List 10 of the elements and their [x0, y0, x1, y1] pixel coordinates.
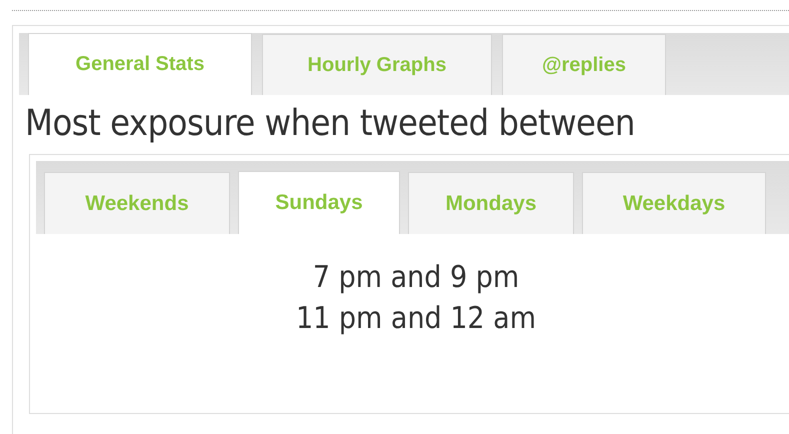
time-range: 7 pm and 9 pm: [312, 260, 520, 295]
tab[interactable]: Mondays: [408, 172, 574, 234]
time-range: 11 pm and 12 am: [296, 301, 536, 336]
section-heading: Most exposure when tweeted between: [25, 103, 636, 144]
tab[interactable]: General Stats: [28, 33, 252, 95]
tab[interactable]: @replies: [502, 34, 666, 95]
tab[interactable]: Sundays: [238, 171, 400, 234]
tab[interactable]: Weekends: [44, 172, 230, 234]
tab[interactable]: Weekdays: [582, 172, 766, 234]
tab[interactable]: Hourly Graphs: [262, 34, 492, 95]
